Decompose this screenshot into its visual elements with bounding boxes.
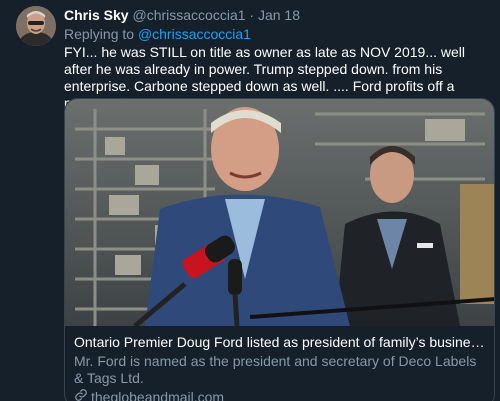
link-icon: [74, 388, 88, 401]
link-preview-card[interactable]: Ontario Premier Doug Ford listed as pres…: [64, 98, 495, 401]
card-description: Mr. Ford is named as the president and s…: [74, 353, 477, 386]
tweet-header: Chris Sky @chrissaccoccia1 · Jan 18: [64, 6, 300, 24]
card-title[interactable]: Ontario Premier Doug Ford listed as pres…: [74, 333, 489, 351]
header-separator: ·: [249, 7, 255, 23]
reply-mention-link[interactable]: @chrissaccoccia1: [138, 26, 251, 42]
card-domain-link[interactable]: theglobeandmail.com: [74, 388, 224, 401]
card-domain: theglobeandmail.com: [91, 389, 225, 401]
reply-prefix: Replying to: [64, 26, 135, 42]
card-photo: [65, 99, 494, 326]
author-handle[interactable]: @chrissaccoccia1: [132, 7, 245, 23]
author-name[interactable]: Chris Sky: [64, 7, 129, 23]
author-avatar[interactable]: [16, 6, 56, 46]
avatar-photo: [16, 6, 56, 46]
tweet-date[interactable]: Jan 18: [258, 7, 300, 23]
reply-context: Replying to @chrissaccoccia1: [64, 25, 251, 43]
card-image[interactable]: [65, 99, 494, 326]
